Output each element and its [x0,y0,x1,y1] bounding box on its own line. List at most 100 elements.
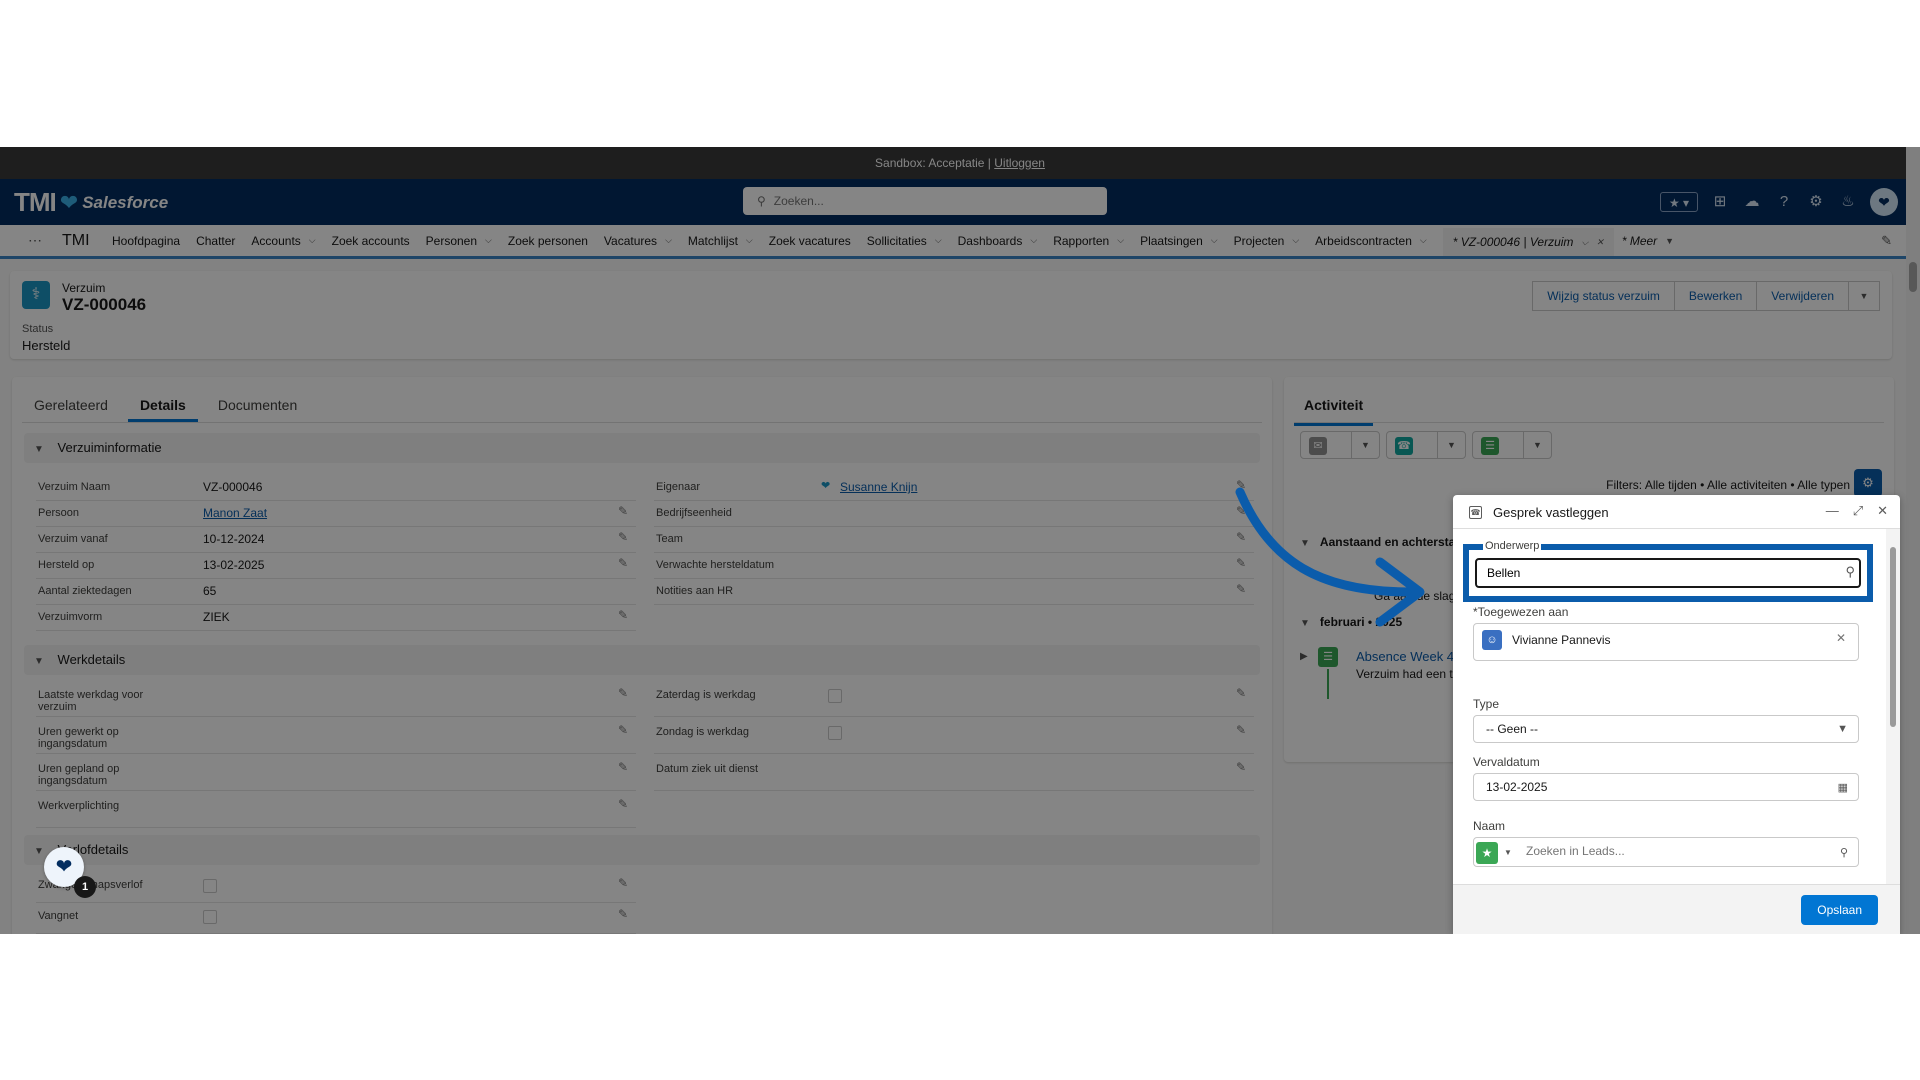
lead-search-input[interactable] [1526,844,1826,858]
pencil-icon[interactable]: ✎ [618,797,628,811]
delete-button[interactable]: Verwijderen [1756,281,1849,311]
pencil-icon[interactable]: ✎ [618,760,628,774]
save-button[interactable]: Opslaan [1801,895,1878,925]
pencil-icon[interactable]: ✎ [1236,582,1246,596]
logout-link[interactable]: Uitloggen [994,156,1045,170]
pencil-icon[interactable]: ✎ [1236,556,1246,570]
pencil-icon[interactable]: ✎ [1236,504,1246,518]
nav-item[interactable]: Rapporten ⌵ [1053,234,1124,248]
close-icon[interactable]: ✕ [1596,237,1604,248]
nav-item[interactable]: Matchlijst ⌵ [688,234,753,248]
tab-documenten[interactable]: Documenten [206,387,309,422]
nav-item[interactable]: Personen ⌵ [426,234,492,248]
pencil-icon[interactable]: ✎ [1236,478,1246,492]
chevron-down-icon[interactable]: ▼ [1523,432,1551,458]
edit-button[interactable]: Bewerken [1673,281,1758,311]
chevron-down-icon[interactable]: ▼ [1351,432,1379,458]
avatar[interactable]: ❤ [1870,188,1898,216]
chevron-down-icon[interactable]: ⌵ [485,235,492,246]
gear-icon[interactable]: ⚙ [1806,192,1826,212]
nav-more[interactable]: * Meer ▼ [1622,234,1674,248]
type-select[interactable]: -- Geen -- ▼ [1473,715,1859,743]
pencil-icon[interactable]: ✎ [618,686,628,700]
chevron-down-icon[interactable]: ⌵ [1292,235,1299,246]
clear-icon[interactable]: ✕ [1836,631,1846,645]
edit-nav-icon[interactable]: ✎ [1881,233,1892,249]
section-verzuiminformatie[interactable]: ▼ Verzuiminformatie [24,433,1260,463]
chevron-right-icon[interactable]: ▶ [1300,651,1308,662]
favorites-star-icon[interactable]: ★ ▾ [1660,192,1698,212]
email-action[interactable]: ✉ ▼ [1300,431,1380,459]
lead-star-icon[interactable]: ★ [1476,842,1498,864]
pencil-icon[interactable]: ✎ [1236,686,1246,700]
search-icon[interactable]: ⚲ [1845,564,1855,580]
assigned-field[interactable]: ☺ Vivianne Pannevis ✕ [1473,623,1859,661]
close-icon[interactable]: ✕ [1877,503,1888,519]
section-werkdetails[interactable]: ▼ Werkdetails [24,645,1260,675]
nav-item[interactable]: Dashboards ⌵ [958,234,1038,248]
new-task-action[interactable]: ☰ ▼ [1472,431,1552,459]
calendar-icon[interactable]: ▦ [1838,781,1848,794]
pencil-icon[interactable]: ✎ [1236,760,1246,774]
pencil-icon[interactable]: ✎ [1236,723,1246,737]
subject-input[interactable] [1475,558,1861,588]
checkbox[interactable] [828,689,842,703]
chevron-down-icon[interactable]: ⌵ [746,235,753,246]
nav-item[interactable]: Arbeidscontracten ⌵ [1315,234,1427,248]
due-date-field[interactable]: 13-02-2025 ▦ [1473,773,1859,801]
pencil-icon[interactable]: ✎ [618,876,628,890]
nav-item[interactable]: Sollicitaties ⌵ [867,234,942,248]
pencil-icon[interactable]: ✎ [618,504,628,518]
nav-item[interactable]: Plaatsingen ⌵ [1140,234,1218,248]
field-value[interactable]: Manon Zaat [203,506,267,520]
pencil-icon[interactable]: ✎ [618,608,628,622]
tab-details[interactable]: Details [127,387,198,422]
chevron-down-icon[interactable]: ▼ [1437,432,1465,458]
nav-item[interactable]: Hoofdpagina [112,234,180,248]
pencil-icon[interactable]: ✎ [618,556,628,570]
chevron-down-icon[interactable]: ⌵ [935,235,942,246]
log-call-action[interactable]: ☎ ▼ [1386,431,1466,459]
nav-item[interactable]: Vacatures ⌵ [604,234,672,248]
help-icon[interactable]: ? [1774,192,1794,212]
scrollbar-thumb[interactable] [1890,547,1896,727]
nav-item[interactable]: Projecten ⌵ [1234,234,1300,248]
notification-bell-icon[interactable]: ♨ [1838,192,1858,212]
chevron-down-icon[interactable]: ⌵ [1211,235,1218,246]
trailhead-icon[interactable]: ☁ [1742,192,1762,212]
page-scrollbar[interactable] [1906,147,1920,934]
tab-vz-000046[interactable]: * VZ-000046 | Verzuim ⌵ ✕ [1442,225,1614,256]
caret-down-icon[interactable]: ▼ [1504,848,1512,857]
nav-item[interactable]: Accounts ⌵ [251,234,315,248]
chevron-down-icon[interactable]: ⌵ [665,235,672,246]
activity-tab[interactable]: Activiteit [1294,387,1884,426]
pencil-icon[interactable]: ✎ [618,530,628,544]
expand-icon[interactable]: ⤢ [1853,503,1863,519]
modal-scrollbar[interactable] [1886,529,1900,884]
pencil-icon[interactable]: ✎ [1236,530,1246,544]
logo[interactable]: TMI ❤ Salesforce [14,187,168,218]
scrollbar-thumb[interactable] [1909,262,1917,292]
checkbox[interactable] [203,879,217,893]
global-search[interactable]: ⚲ [743,187,1107,215]
chevron-down-icon[interactable]: ⌵ [1030,235,1037,246]
change-status-button[interactable]: Wijzig status verzuim [1532,281,1675,311]
name-lookup[interactable]: ★ ▼ ⚲ [1473,837,1859,867]
nav-item[interactable]: Zoek personen [508,234,588,248]
app-launcher-icon[interactable]: ⋯ [28,232,46,249]
checkbox[interactable] [828,726,842,740]
filter-gear-icon[interactable]: ⚙ [1854,469,1882,497]
month-section[interactable]: ▼ februari • 2025 [1300,615,1402,629]
search-icon[interactable]: ⚲ [1840,846,1848,859]
nav-item[interactable]: Zoek vacatures [769,234,851,248]
chevron-down-icon[interactable]: ⌵ [1581,237,1588,248]
global-create-icon[interactable]: ⊞ [1710,192,1730,212]
pencil-icon[interactable]: ✎ [618,723,628,737]
activity-item-title[interactable]: Absence Week 4 [1356,649,1454,664]
pencil-icon[interactable]: ✎ [618,907,628,921]
section-verlofdetails[interactable]: ▼ Verlofdetails [24,835,1260,865]
checkbox[interactable] [203,910,217,924]
search-input[interactable] [773,194,1074,208]
chevron-down-icon[interactable]: ⌵ [1420,235,1427,246]
more-actions-button[interactable]: ▼ [1848,281,1880,311]
